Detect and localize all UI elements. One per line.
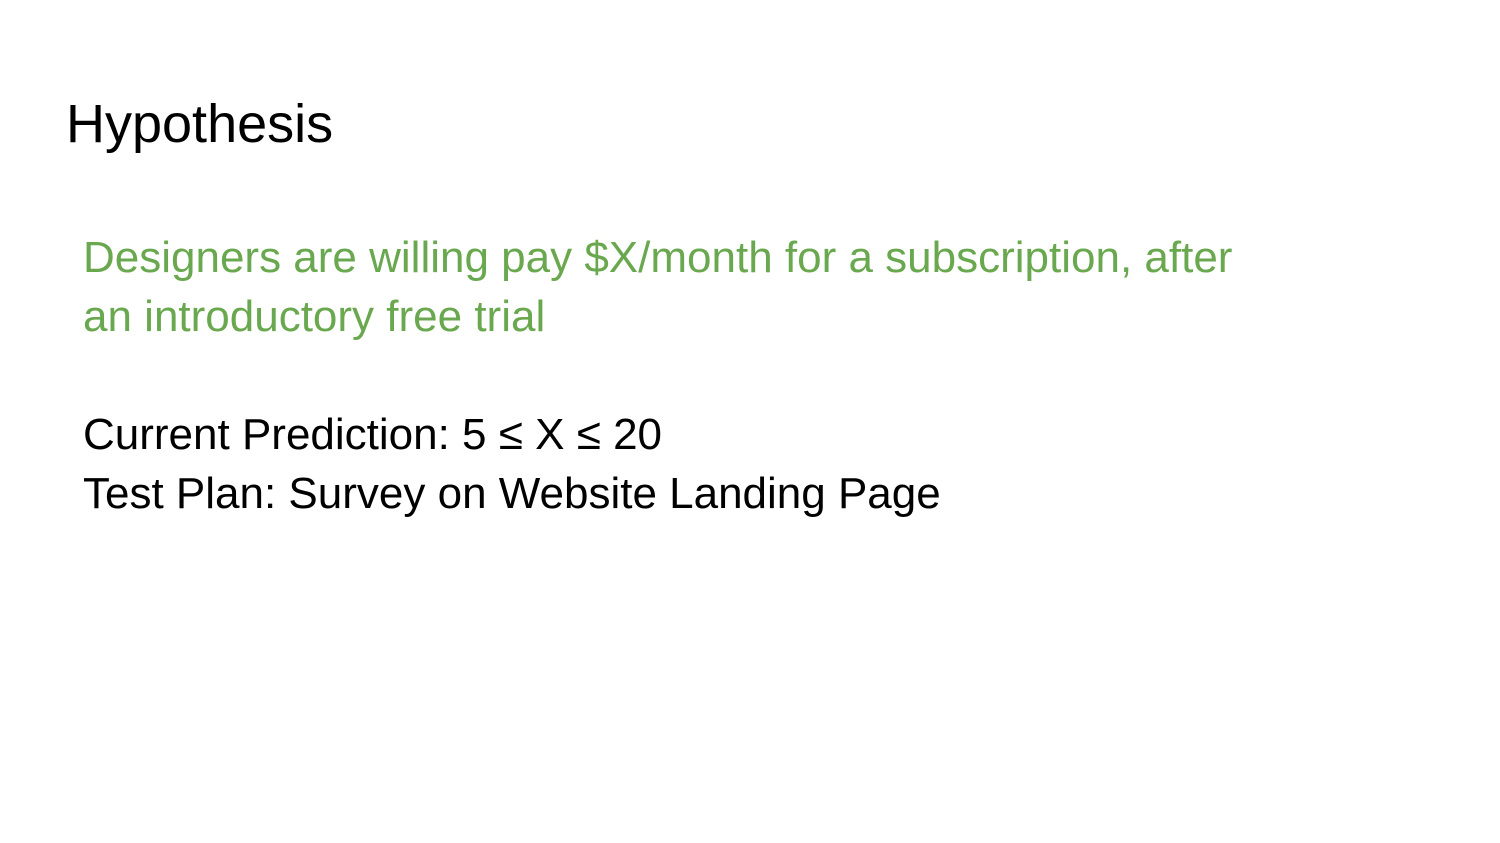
slide-title: Hypothesis bbox=[66, 94, 334, 154]
test-plan: Test Plan: Survey on Website Landing Pag… bbox=[83, 469, 941, 518]
slide: Hypothesis Designers are willing pay $X/… bbox=[0, 0, 1500, 843]
slide-body: Designers are willing pay $X/month for a… bbox=[83, 228, 1423, 523]
hypothesis-line-1: Designers are willing pay $X/month for a… bbox=[83, 233, 1233, 282]
hypothesis-statement: Designers are willing pay $X/month for a… bbox=[83, 228, 1423, 346]
current-prediction: Current Prediction: 5 ≤ X ≤ 20 bbox=[83, 410, 663, 459]
hypothesis-line-2: an introductory free trial bbox=[83, 292, 546, 341]
